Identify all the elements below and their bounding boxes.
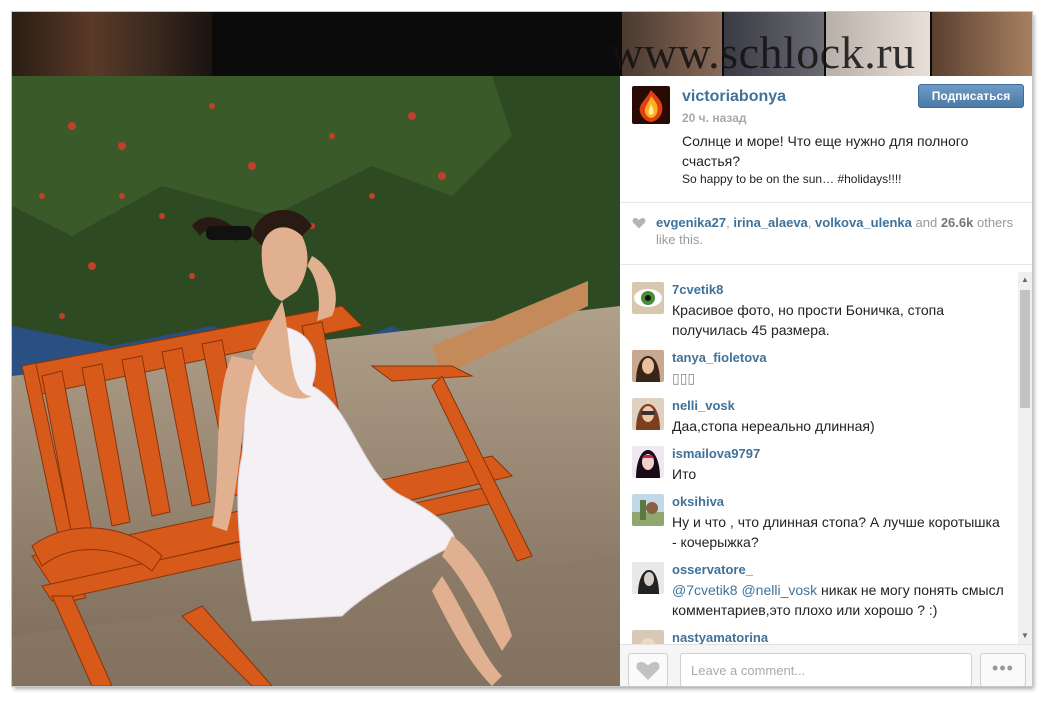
post-username[interactable]: victoriabonya (682, 88, 786, 106)
post-photo[interactable] (12, 76, 620, 686)
likes-summary: evgenika27, irina_alaeva, volkova_ulenka… (632, 214, 1022, 248)
commenter-avatar[interactable] (632, 630, 664, 644)
comment-username[interactable]: nelli_vosk (672, 398, 735, 413)
commenter-avatar[interactable] (632, 494, 664, 526)
comment-text: @7cvetik8 @nelli_vosk никак не могу поня… (672, 582, 1004, 618)
post-caption-english: So happy to be on the sun… #holidays!!!! (682, 172, 902, 186)
commenter-avatar[interactable] (632, 446, 664, 478)
post-timestamp: 20 ч. назад (682, 111, 747, 125)
more-options-button[interactable]: ••• (980, 653, 1026, 686)
commenter-avatar[interactable] (632, 282, 664, 314)
divider (620, 202, 1032, 203)
divider (620, 264, 1032, 265)
follow-button[interactable]: Подписаться (918, 84, 1024, 108)
comment-text: Ито (672, 466, 697, 482)
liker-username[interactable]: volkova_ulenka (815, 215, 912, 230)
comment-text: Ну и что , что длинная стопа? А лучше ко… (672, 514, 1000, 550)
scroll-up-icon[interactable]: ▲ (1020, 274, 1030, 286)
liker-username[interactable]: evgenika27 (656, 215, 726, 230)
scroll-thumb[interactable] (1020, 290, 1030, 408)
heart-icon (636, 661, 660, 680)
comment-username[interactable]: oksihiva (672, 494, 724, 509)
scroll-down-icon[interactable]: ▼ (1020, 630, 1030, 642)
background-photo (12, 12, 212, 76)
comment-text: Даа,стопа нереально длинная) (672, 418, 875, 434)
background-photo (932, 12, 1032, 76)
comment-username[interactable]: nastyamatorina (672, 630, 768, 644)
liker-username[interactable]: irina_alaeva (733, 215, 807, 230)
comment-footer: Leave a comment... ••• (620, 644, 1032, 686)
post-caption: Солнце и море! Что еще нужно для полного… (682, 133, 969, 169)
post-modal: www.schlock.ru victoriabonya 20 ч. назад… (12, 12, 1032, 686)
comment-text: Красивое фото, но прости Боничка, стопа … (672, 302, 945, 338)
comment-input[interactable]: Leave a comment... (680, 653, 972, 686)
comments-scrollbar[interactable]: ▲ ▼ (1018, 272, 1032, 644)
comment-username[interactable]: 7cvetik8 (672, 282, 723, 297)
commenter-avatar[interactable] (632, 562, 664, 594)
avatar[interactable] (632, 86, 670, 124)
like-button[interactable] (628, 653, 668, 686)
post-details-panel: victoriabonya 20 ч. назад Подписаться Со… (620, 76, 1032, 686)
comment-username[interactable]: ismailova9797 (672, 446, 760, 461)
comments-list[interactable]: 7cvetik8 Красивое фото, но прости Боничк… (620, 272, 1016, 644)
watermark: www.schlock.ru (610, 27, 916, 78)
heart-icon (632, 216, 646, 230)
likes-and: and (915, 215, 938, 230)
likes-count[interactable]: 26.6k (941, 215, 974, 230)
commenter-avatar[interactable] (632, 350, 664, 382)
commenter-avatar[interactable] (632, 398, 664, 430)
comment-text: ▯▯▯ (672, 370, 696, 386)
comment-username[interactable]: tanya_fioletova (672, 350, 767, 365)
comment-username[interactable]: osservatore_ (672, 562, 753, 577)
